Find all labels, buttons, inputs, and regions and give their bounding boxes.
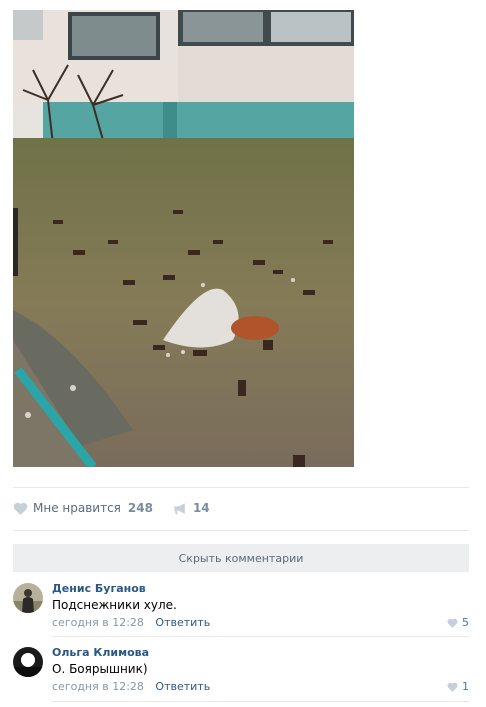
comment-author[interactable]: Денис Буганов (52, 582, 146, 595)
comment-like-button[interactable]: 5 (447, 616, 469, 629)
comment-like-count: 5 (462, 616, 469, 629)
post-separator (13, 487, 469, 488)
like-count: 248 (127, 501, 153, 515)
actions-separator (13, 530, 469, 531)
comment-time[interactable]: сегодня в 12:28 (52, 616, 144, 629)
post-actions: Мне нравится 248 14 (13, 498, 210, 518)
comment-like-count: 1 (462, 680, 469, 693)
avatar[interactable] (13, 583, 43, 613)
like-label: Мне нравится (33, 501, 121, 515)
megaphone-icon (173, 502, 188, 515)
share-button[interactable]: 14 (173, 501, 210, 515)
avatar[interactable] (13, 647, 43, 677)
comment-separator (52, 701, 469, 702)
comment: Денис Буганов Подснежники хуле. сегодня … (13, 582, 469, 629)
comment-like-button[interactable]: 1 (447, 680, 469, 693)
comment-text: О. Боярышник) (52, 662, 148, 676)
comment-meta: сегодня в 12:28 Ответить (52, 616, 210, 629)
share-count: 14 (192, 501, 210, 515)
post-photo[interactable] (13, 10, 354, 467)
heart-icon (447, 618, 458, 628)
comment: Ольга Климова О. Боярышник) сегодня в 12… (13, 646, 469, 693)
reply-button[interactable]: Ответить (155, 680, 210, 693)
comment-meta: сегодня в 12:28 Ответить (52, 680, 210, 693)
comment-time[interactable]: сегодня в 12:28 (52, 680, 144, 693)
comment-author[interactable]: Ольга Климова (52, 646, 149, 659)
heart-icon (13, 502, 28, 515)
comment-separator (52, 636, 469, 637)
like-button[interactable]: Мне нравится 248 (13, 501, 153, 515)
hide-comments-button[interactable]: Скрыть комментарии (13, 544, 469, 572)
comment-text: Подснежники хуле. (52, 598, 177, 612)
reply-button[interactable]: Ответить (155, 616, 210, 629)
heart-icon (447, 682, 458, 692)
